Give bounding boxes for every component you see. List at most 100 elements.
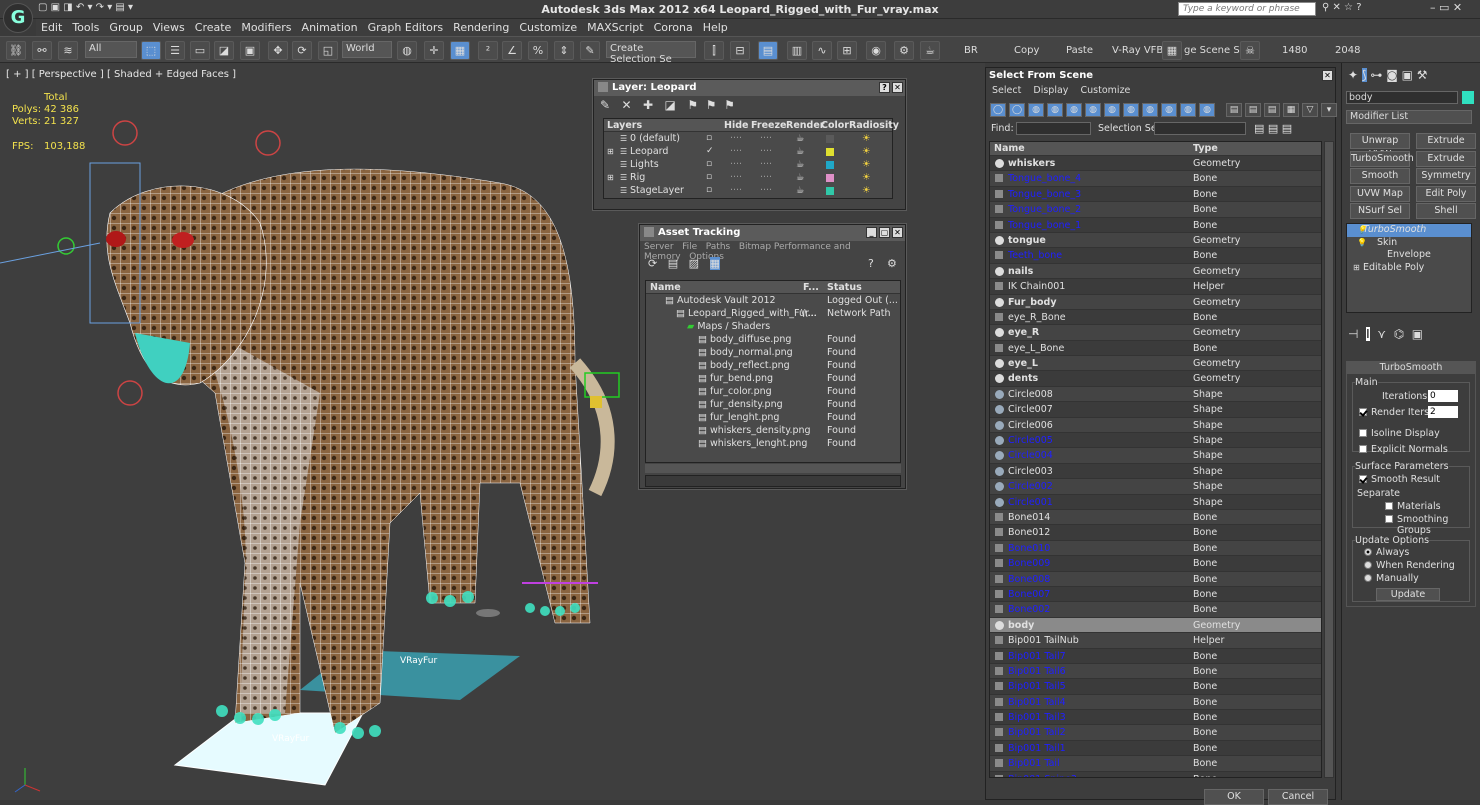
asset-menu-file[interactable]: File [682,242,697,252]
close-icon[interactable]: ✕ [1322,70,1333,81]
object-row[interactable]: Bone008 Bone [990,572,1321,587]
asset-menu-paths[interactable]: Paths [706,242,730,252]
menu-animation[interactable]: Animation [297,19,363,36]
helpers-filter-icon[interactable]: ◍ [1104,103,1120,117]
current-layer-icon[interactable]: ▫ [706,132,712,145]
object-row[interactable]: Circle005 Shape [990,433,1321,449]
render-teapot-icon[interactable]: ☕ [796,171,805,184]
pivot-center-icon[interactable]: ◍ [397,41,417,60]
toolbar-height-2048[interactable]: 2048 [1335,45,1360,56]
align-icon[interactable]: ⊟ [730,41,750,60]
highlight-icon[interactable]: ⚑ [687,98,698,112]
header-hide[interactable]: Hide [724,119,748,132]
filter-options-icon[interactable]: ▾ [1321,103,1337,117]
stack-tools[interactable]: ⊣ I ⋎ ⌬ ▣ [1348,327,1423,341]
display-all-icon[interactable]: ◯ [1009,103,1025,117]
radiosity-icon[interactable]: ☀ [862,132,871,145]
object-row[interactable]: Tongue_bone_3 Bone [990,186,1321,203]
when-rendering-radio[interactable] [1364,561,1372,569]
menu-group[interactable]: Group [104,19,148,36]
modifier-button[interactable]: NSurf Sel [1350,203,1410,219]
current-layer-icon[interactable]: ▫ [706,171,712,184]
layer-color-swatch[interactable] [826,174,834,182]
object-row[interactable]: Bip001 Spine3Bone [990,771,1321,777]
mirror-icon[interactable]: ⫿ [704,41,724,60]
toolbar-width-1480[interactable]: 1480 [1282,45,1307,56]
rect-selection-icon[interactable]: ▭ [190,41,210,60]
hide-toggle[interactable]: ···· [730,132,742,145]
groups-filter-icon[interactable]: ◍ [1142,103,1158,117]
cancel-button[interactable]: Cancel [1268,789,1328,805]
help-icon[interactable]: ? [879,82,890,93]
smoothing-groups-checkbox[interactable] [1385,515,1393,523]
cameras-filter-icon[interactable]: ◍ [1085,103,1101,117]
render-iters-checkbox[interactable] [1359,408,1367,416]
object-row[interactable]: Circle006 Shape [990,418,1321,434]
maximize-icon[interactable]: ▢ [879,227,890,238]
isoline-checkbox[interactable] [1359,429,1367,437]
stack-item[interactable]: 💡 TurboSmooth [1347,224,1471,237]
object-color-swatch[interactable] [1462,91,1474,104]
radiosity-icon[interactable]: ☀ [862,184,871,197]
freeze-toggle[interactable]: ···· [760,184,772,197]
edit-named-selection-icon[interactable]: ✎ [580,41,600,60]
asset-row[interactable]: ▤ fur_lenght.png Found [646,411,900,424]
light-bulb-icon[interactable]: 💡 [1357,237,1367,250]
graphite-ribbon-icon[interactable]: ▥ [787,41,807,60]
current-layer-icon[interactable]: ▫ [706,158,712,171]
unlink-icon[interactable]: ⚯ [32,41,52,60]
layer-color-swatch[interactable] [826,148,834,156]
vertical-scrollbar[interactable] [1324,141,1334,778]
materials-checkbox[interactable] [1385,502,1393,510]
asset-row[interactable]: ▤ whiskers_lenght.png Found [646,437,900,450]
asset-menu-server[interactable]: Server [644,242,674,252]
object-row[interactable]: Circle001 Shape [990,494,1321,510]
table-view-icon[interactable]: ▦ [709,257,720,270]
modifier-button[interactable]: Edit Poly [1416,185,1476,202]
radiosity-icon[interactable]: ☀ [862,145,871,158]
object-name-field[interactable]: body [1346,91,1458,104]
invert-selection-icon[interactable]: ▤ [1264,103,1280,117]
object-row[interactable]: Bip001 Tail7 Bone [990,648,1321,664]
menu-corona[interactable]: Corona [649,19,698,36]
explicit-normals-checkbox[interactable] [1359,445,1367,453]
named-selection-set[interactable]: Create Selection Se [606,41,696,65]
sfs-menu-customize[interactable]: Customize [1081,85,1131,96]
select-layer-icon[interactable]: ◪ [665,98,676,112]
asset-row[interactable]: ▤ body_diffuse.png Found [646,333,900,346]
percent-snap-icon[interactable]: % [528,41,548,60]
object-row[interactable]: Bone010 Bone [990,541,1321,557]
rollout-title[interactable]: TurboSmooth [1347,362,1475,374]
bones-filter-icon[interactable]: ◍ [1180,103,1196,117]
stack-item[interactable]: ⊞ Editable Poly [1347,262,1471,275]
object-row[interactable]: Bip001 Tail4 Bone [990,695,1321,711]
list-view-icon[interactable]: ▤ [668,257,678,270]
modifier-button[interactable]: Shell [1416,203,1476,219]
object-row[interactable]: nails Geometry [990,264,1321,280]
xrefs-filter-icon[interactable]: ◍ [1161,103,1177,117]
object-row[interactable]: Bip001 TailNub Helper [990,633,1321,649]
modifier-list-dropdown[interactable]: Modifier List [1346,110,1472,124]
expand-icon[interactable]: ⊞ [1353,262,1360,275]
layer-manager-icon[interactable]: ▤ [758,41,778,60]
header-color[interactable]: Color [821,119,849,132]
scale-icon[interactable]: ◱ [318,41,338,60]
selection-set-dropdown[interactable] [1154,122,1246,135]
header-freeze[interactable]: Freeze [751,119,786,132]
expand-icon[interactable]: ⊞ [607,145,614,158]
reference-coord-dropdown[interactable]: World [342,41,392,58]
modifier-button[interactable]: Symmetry [1416,168,1476,184]
containers-filter-icon[interactable]: ◍ [1199,103,1215,117]
modifier-button[interactable]: Extrude [1416,133,1476,149]
select-by-name-icon[interactable]: ☰ [165,41,185,60]
rotate-icon[interactable]: ⟳ [292,41,312,60]
asset-window-title[interactable]: Asset Tracking _ ▢ ✕ [640,225,905,241]
header-f[interactable]: F... [803,281,819,294]
modifier-button[interactable]: Smooth [1350,168,1410,184]
quick-access-toolbar[interactable]: ▢ ▣ ◨ ↶ ▾ ↷ ▾ ▤ ▾ [38,2,133,13]
hide-toggle[interactable]: ···· [730,171,742,184]
angle-snap-icon[interactable]: ∠ [502,41,522,60]
update-button[interactable]: Update [1376,588,1440,601]
render-teapot-icon[interactable]: ☕ [920,41,940,60]
current-layer-icon[interactable]: ▫ [706,184,712,197]
